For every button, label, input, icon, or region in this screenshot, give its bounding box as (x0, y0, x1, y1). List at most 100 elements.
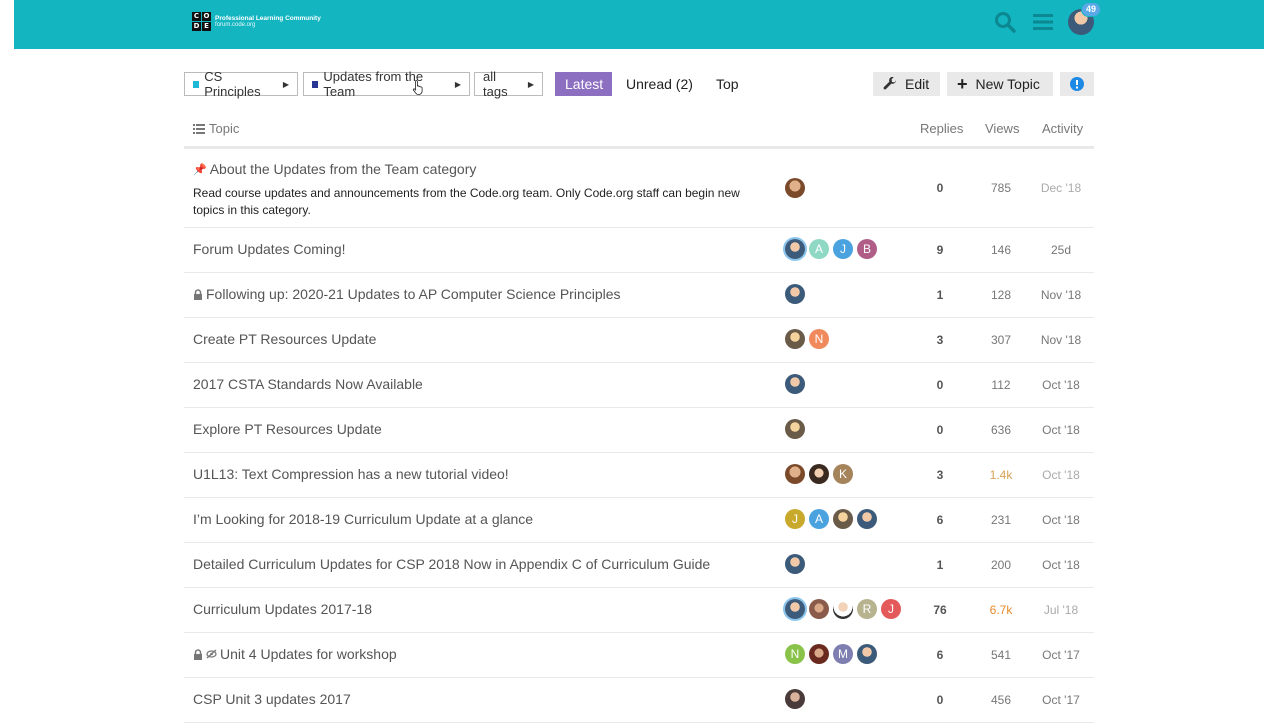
notification-badge[interactable]: 49 (1081, 2, 1102, 17)
topic-title-link[interactable]: Curriculum Updates 2017-18 (193, 601, 372, 617)
new-topic-button[interactable]: + New Topic (947, 72, 1053, 96)
avatar[interactable] (833, 509, 853, 529)
avatar[interactable]: R (857, 599, 877, 619)
logo-subtitle: forum.code.org (215, 21, 256, 28)
caret-right-icon: ▶ (527, 79, 534, 89)
topic-title: Unit 4 Updates for workshop (220, 646, 397, 662)
hamburger-icon (1033, 14, 1053, 30)
avatar[interactable] (809, 599, 829, 619)
list-icon (193, 123, 205, 134)
tab-top[interactable]: Top (706, 72, 749, 96)
avatar[interactable]: M (833, 644, 853, 664)
topic-title: Curriculum Updates 2017-18 (193, 601, 372, 617)
topic-title: Following up: 2020-21 Updates to AP Comp… (206, 286, 621, 302)
activity-date[interactable]: Oct '18 (1036, 558, 1086, 572)
views-column-header[interactable]: Views (985, 121, 1019, 136)
activity-date[interactable]: Oct '18 (1036, 378, 1086, 392)
avatar[interactable] (785, 374, 805, 394)
activity-date[interactable]: Nov '18 (1036, 333, 1086, 347)
avatar[interactable] (785, 599, 805, 619)
views-count: 636 (990, 423, 1012, 437)
activity-date[interactable]: 25d (1036, 243, 1086, 257)
views-count: 1.4k (989, 468, 1013, 482)
activity-date[interactable]: Oct '18 (1036, 468, 1086, 482)
topic-title-link[interactable]: Create PT Resources Update (193, 331, 376, 347)
avatar[interactable]: B (857, 239, 877, 259)
table-row: Unit 4 Updates for workshop N M 6 541 Oc… (184, 633, 1094, 678)
avatar[interactable] (785, 689, 805, 709)
topic-title-link[interactable]: Forum Updates Coming! (193, 241, 346, 257)
user-avatar[interactable]: 49 (1068, 2, 1102, 35)
topic-title-link[interactable]: U1L13: Text Compression has a new tutori… (193, 466, 509, 482)
edit-category-button[interactable]: Edit (873, 72, 940, 96)
topic-title-link[interactable]: Detailed Curriculum Updates for CSP 2018… (193, 556, 710, 572)
category-dropdown[interactable]: CS Principles ▶ (184, 69, 298, 99)
table-row: Curriculum Updates 2017-18 R J 76 6.7k J… (184, 588, 1094, 633)
topic-title-link[interactable]: I’m Looking for 2018-19 Curriculum Updat… (193, 511, 533, 527)
info-icon (1070, 77, 1084, 91)
tab-latest[interactable]: Latest (555, 72, 612, 96)
topic-title: Explore PT Resources Update (193, 421, 382, 437)
views-count: 785 (990, 181, 1012, 195)
posters (785, 284, 805, 304)
search-button[interactable] (992, 9, 1018, 35)
avatar[interactable] (857, 644, 877, 664)
table-row: Following up: 2020-21 Updates to AP Comp… (184, 273, 1094, 318)
avatar[interactable] (833, 599, 853, 619)
avatar[interactable] (785, 178, 805, 198)
topic-title-link[interactable]: Following up: 2020-21 Updates to AP Comp… (193, 286, 621, 302)
avatar[interactable] (785, 419, 805, 439)
tab-unread[interactable]: Unread (2) (616, 72, 703, 96)
navigation-bar: CS Principles ▶ Updates from the Team ▶ … (184, 69, 1094, 99)
avatar[interactable] (785, 554, 805, 574)
avatar[interactable] (809, 464, 829, 484)
replies-count: 0 (936, 693, 944, 707)
avatar[interactable] (785, 464, 805, 484)
activity-date[interactable]: Oct '18 (1036, 513, 1086, 527)
activity-date[interactable]: Oct '17 (1036, 693, 1086, 707)
avatar[interactable] (785, 329, 805, 349)
activity-date[interactable]: Nov '18 (1036, 288, 1086, 302)
logo-cell: D (192, 22, 201, 31)
avatar[interactable]: K (833, 464, 853, 484)
topic-title: About the Updates from the Team category (209, 161, 477, 177)
table-row: 📌 About the Updates from the Team catego… (184, 149, 1094, 228)
topic-title: U1L13: Text Compression has a new tutori… (193, 466, 509, 482)
avatar[interactable] (809, 644, 829, 664)
avatar[interactable]: J (881, 599, 901, 619)
topic-title-link[interactable]: Explore PT Resources Update (193, 421, 382, 437)
mouse-cursor-icon (412, 80, 423, 95)
activity-date[interactable]: Oct '17 (1036, 648, 1086, 662)
avatar[interactable]: J (833, 239, 853, 259)
views-count: 456 (990, 693, 1012, 707)
menu-button[interactable] (1030, 9, 1056, 35)
activity-date[interactable]: Jul '18 (1036, 603, 1086, 617)
subcategory-dropdown[interactable]: Updates from the Team ▶ (303, 69, 470, 99)
topic-title-link[interactable]: CSP Unit 3 updates 2017 (193, 691, 351, 707)
activity-column-header[interactable]: Activity (1042, 121, 1083, 136)
activity-date[interactable]: Oct '18 (1036, 423, 1086, 437)
notification-level-button[interactable] (1060, 72, 1094, 96)
replies-column-header[interactable]: Replies (920, 121, 963, 136)
avatar[interactable]: A (809, 509, 829, 529)
avatar[interactable] (857, 509, 877, 529)
avatar[interactable]: J (785, 509, 805, 529)
views-count: 541 (990, 648, 1012, 662)
topic-title-link[interactable]: Unit 4 Updates for workshop (193, 646, 397, 662)
subcategory-label: Updates from the Team (323, 69, 424, 99)
avatar[interactable]: N (809, 329, 829, 349)
topic-title-link[interactable]: 2017 CSTA Standards Now Available (193, 376, 423, 392)
topic-list-header: Topic Replies Views Activity (184, 112, 1094, 149)
avatar[interactable] (785, 284, 805, 304)
avatar[interactable]: N (785, 644, 805, 664)
topic-title-link[interactable]: 📌 About the Updates from the Team catego… (193, 161, 476, 177)
site-logo[interactable]: C O D E Professional Learning Community … (192, 12, 321, 31)
tags-dropdown[interactable]: all tags ▶ (474, 69, 543, 99)
table-row: Forum Updates Coming! A J B 9 146 25d (184, 228, 1094, 273)
avatar[interactable] (785, 239, 805, 259)
posters: K (785, 464, 853, 484)
avatar[interactable]: A (809, 239, 829, 259)
views-count: 200 (990, 558, 1012, 572)
posters: J A (785, 509, 877, 529)
activity-date[interactable]: Dec '18 (1036, 181, 1086, 195)
